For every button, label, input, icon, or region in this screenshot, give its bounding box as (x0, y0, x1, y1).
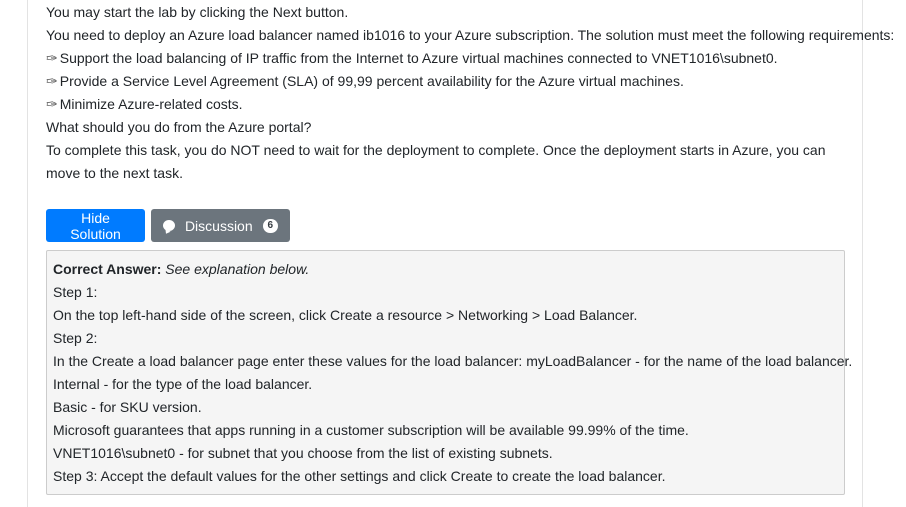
solution-line: Basic - for SKU version. (53, 399, 202, 415)
solution-line: Step 2: (53, 330, 98, 346)
correct-answer-label: Correct Answer: (53, 261, 162, 277)
question-prompt: What should you do from the Azure portal… (46, 119, 312, 135)
pencil-bullet-icon: ✑ (46, 50, 58, 66)
requirement-item: ✑ Provide a Service Level Agreement (SLA)… (46, 70, 846, 93)
solution-panel: Correct Answer: See explanation below. S… (46, 250, 853, 495)
solution-line: Step 3: Accept the default values for th… (53, 468, 666, 484)
hide-solution-button[interactable]: Hide Solution (46, 209, 145, 242)
requirement-item: ✑ Support the load balancing of IP traffi… (46, 47, 846, 70)
solution-line: Internal - for the type of the load bala… (53, 376, 313, 392)
question-body: You may start the lab by clicking the Ne… (46, 1, 895, 185)
question-note: To complete this task, you do NOT need t… (46, 142, 826, 181)
pencil-bullet-icon: ✑ (46, 96, 58, 112)
requirement-item: ✑ Minimize Azure-related costs. (46, 93, 846, 116)
solution-line: In the Create a load balancer page enter… (53, 353, 853, 369)
discussion-button[interactable]: Discussion 6 (151, 209, 290, 242)
solution-line: Microsoft guarantees that apps running i… (53, 422, 689, 438)
comment-icon (163, 220, 175, 231)
question-task: You need to deploy an Azure load balance… (46, 27, 895, 43)
requirement-text: Support the load balancing of IP traffic… (59, 50, 778, 66)
solution-line: VNET1016\subnet0 - for subnet that you c… (53, 445, 553, 461)
requirement-text: Provide a Service Level Agreement (SLA) … (59, 73, 684, 89)
correct-answer-line: Correct Answer: See explanation below. (53, 258, 844, 281)
discussion-label: Discussion (184, 217, 253, 234)
solution-line: Step 1: (53, 284, 98, 300)
requirement-text: Minimize Azure-related costs. (59, 96, 243, 112)
pencil-bullet-icon: ✑ (46, 73, 58, 89)
question-intro: You may start the lab by clicking the Ne… (46, 4, 349, 20)
correct-answer-note: See explanation below. (165, 261, 310, 277)
discussion-count-badge: 6 (262, 218, 278, 233)
action-buttons: Hide Solution Discussion 6 (46, 209, 290, 242)
solution-line: On the top left-hand side of the screen,… (53, 307, 638, 323)
